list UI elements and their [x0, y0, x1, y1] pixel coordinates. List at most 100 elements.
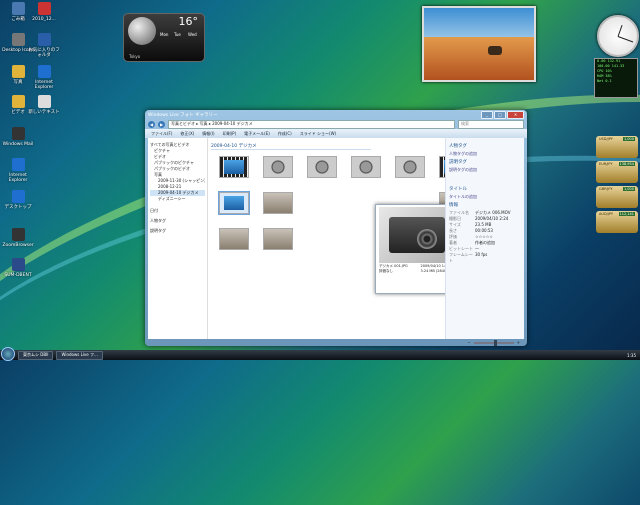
taskbar-button[interactable]: 東京ムシ DBII [18, 350, 54, 360]
desktop-icon[interactable]: Windows Mail [2, 127, 34, 147]
desktop-icon-label: 新しいテキスト [28, 110, 60, 115]
tray-clock[interactable]: 1:35 [623, 353, 640, 358]
title-label: タイトル [449, 187, 467, 192]
desktop-icon-label: ごみ箱 [11, 17, 25, 22]
desktop-icon-image [37, 95, 51, 108]
desktop-icon-image [11, 2, 25, 15]
status-bar: − + [148, 339, 524, 346]
menu-create[interactable]: 作成(C) [278, 131, 292, 137]
stock-gadget[interactable]: EUR/JPY 138,954 [596, 161, 638, 183]
desktop-icon-image [37, 33, 51, 46]
clock-hour-hand [617, 25, 623, 37]
photo-thumbnail[interactable] [263, 156, 293, 178]
tree-item[interactable]: 説明タグ [150, 228, 205, 234]
zoom-in-icon[interactable]: + [517, 340, 520, 345]
weather-gadget[interactable]: 16° Mon Tue Wed Tokyo [123, 13, 205, 62]
zoom-slider[interactable] [473, 339, 514, 346]
desktop-icon-label: Windows Mail [2, 142, 34, 147]
desktop-icon-label: お気に入りのフォルダ [28, 48, 60, 58]
desktop-icon-label: 2010_12... [32, 17, 56, 22]
window-title: Windows Live フォト ギャラリー [148, 112, 218, 118]
address-bar[interactable]: 写真とビデオ ▸ 写真 ▸ 2009-04-10 デジカメ [168, 119, 455, 129]
menu-email[interactable]: 電子メール(E) [244, 131, 270, 137]
desktop-icon-label: デスクトップ [4, 205, 32, 210]
stock-gadget[interactable]: AUD/JPY 112,141 [596, 211, 638, 233]
taskbar: 東京ムシ DBII Windows Live フ... 1:35 [0, 347, 640, 361]
photo-thumbnail[interactable] [263, 228, 293, 250]
menu-bar: ファイル(F) 修正(X) 情報(I) 印刷(P) 電子メール(E) 作成(C)… [145, 129, 527, 138]
photo-gallery-window[interactable]: Windows Live フォト ギャラリー _ □ ✕ ◀ ▶ 写真とビデオ … [145, 110, 527, 346]
camera-image [388, 217, 445, 253]
desktop-icon-image [11, 33, 25, 46]
photo-thumbnail[interactable] [307, 156, 337, 178]
desktop-icon[interactable]: SUM-DBENT [2, 258, 34, 278]
taskbar-button[interactable]: Windows Live フ... [56, 350, 103, 360]
desktop-icon[interactable]: Internet Explorer [28, 65, 60, 90]
weather-location: Tokyo [129, 54, 141, 59]
desktop-icon-label: ZoomBrowser [2, 243, 34, 248]
tree-item[interactable]: 日付 [150, 208, 205, 214]
desktop-icon[interactable]: 新しいテキスト [28, 95, 60, 115]
desktop-icon[interactable]: ZoomBrowser [2, 228, 34, 248]
photo-thumbnail[interactable] [263, 192, 293, 214]
info-row: フレームレート 30 fps [449, 252, 488, 263]
weather-temperature: 16° [178, 15, 199, 28]
tree-item[interactable]: 人物タグ [150, 218, 205, 224]
desktop-icon-label: SUM-DBENT [4, 273, 32, 278]
stock-name: AUD/JPY [599, 212, 614, 216]
meter-gadget[interactable]: 0.00 132.91 100.00 141.33 CPU 10% RAM 38… [594, 58, 638, 98]
video-thumbnail-selected[interactable] [218, 191, 250, 215]
zoom-out-icon[interactable]: − [467, 340, 470, 345]
slideshow-dune [424, 36, 534, 80]
forward-icon[interactable]: ▶ [158, 120, 165, 128]
add-desc-tag-link[interactable]: 説明タグの追加 [449, 167, 521, 173]
menu-info[interactable]: 情報(I) [202, 131, 214, 137]
maximize-button[interactable]: □ [494, 110, 506, 119]
weather-day-3: Wed [188, 32, 197, 37]
group-header: 2009-04-10 デジカメ [211, 143, 371, 150]
photo-thumbnail[interactable] [351, 156, 381, 178]
desktop-icon-image [11, 228, 25, 241]
stock-name: EUR/JPY [599, 162, 613, 166]
desktop-icon-image [37, 2, 51, 15]
add-people-tag-link[interactable]: 人物タグの追加 [449, 151, 521, 157]
desktop-icon[interactable]: デスクトップ [2, 190, 34, 210]
info-label: 情報 [449, 203, 458, 208]
address-text: 写真とビデオ ▸ 写真 ▸ 2009-04-10 デジカメ [171, 121, 253, 126]
start-button[interactable] [1, 347, 15, 361]
preview-rating: 評価なし [379, 269, 393, 273]
tree-item[interactable]: ディズニーシー [150, 196, 205, 202]
close-button[interactable]: ✕ [507, 110, 524, 119]
window-titlebar[interactable]: Windows Live フォト ギャラリー _ □ ✕ [145, 110, 527, 119]
menu-slideshow[interactable]: スライド ショー(W) [300, 131, 336, 137]
weather-day-1: Mon [160, 32, 169, 37]
video-thumbnail[interactable] [219, 156, 249, 178]
oryx-image [488, 46, 502, 55]
desc-tag-title: 説明タグ [449, 160, 467, 165]
photo-thumbnail[interactable] [395, 156, 425, 178]
photo-thumbnail[interactable] [219, 228, 249, 250]
clock-gadget[interactable] [597, 15, 639, 57]
menu-file[interactable]: ファイル(F) [151, 131, 172, 137]
minimize-button[interactable]: _ [481, 110, 493, 119]
slideshow-sky [424, 8, 534, 40]
menu-print[interactable]: 印刷(P) [223, 131, 237, 137]
desktop-icon[interactable]: 2010_12... [28, 2, 60, 22]
desktop-icon[interactable]: Internet Explorer [2, 158, 34, 183]
desktop-icon-image [11, 190, 25, 203]
stock-value: 112,141 [618, 212, 635, 216]
stock-name: GBP/JPY [599, 187, 613, 191]
desktop-icon-image [11, 95, 25, 108]
menu-fix[interactable]: 修正(X) [180, 131, 194, 137]
slideshow-gadget[interactable] [422, 6, 536, 82]
stock-gadget[interactable]: GBP/JPY 1,000 [596, 186, 638, 208]
desktop-icon[interactable]: お気に入りのフォルダ [28, 33, 60, 58]
desktop-icon-image [11, 158, 25, 171]
moon-icon [128, 17, 156, 45]
stock-value: 138,954 [618, 162, 635, 166]
add-title-link[interactable]: タイトルの追加 [449, 194, 521, 200]
stock-name: USD/JPY [599, 137, 613, 141]
search-input[interactable]: 検索 [458, 119, 524, 129]
back-icon[interactable]: ◀ [148, 120, 155, 128]
stock-gadget[interactable]: USD/JPY 1,000 [596, 136, 638, 158]
